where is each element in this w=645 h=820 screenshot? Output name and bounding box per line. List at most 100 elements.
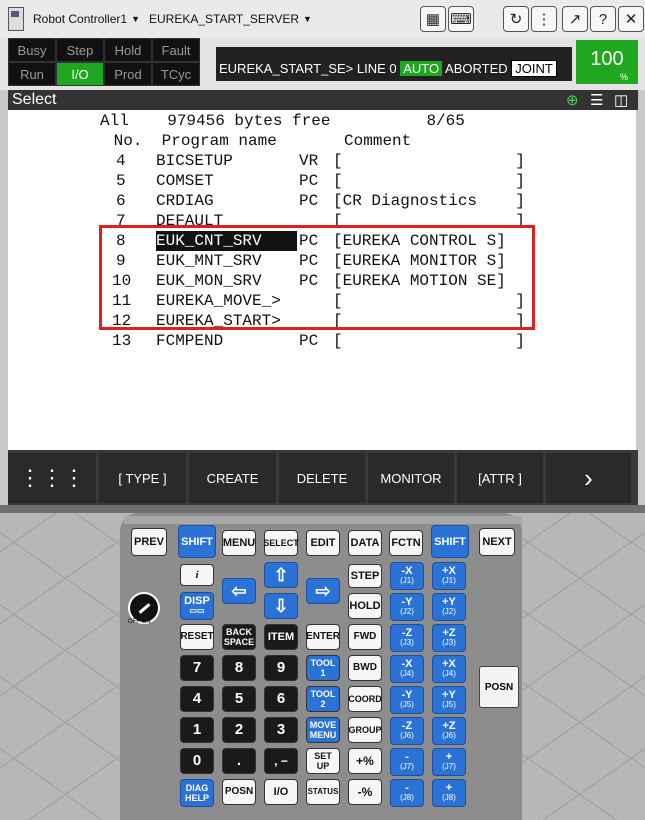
refresh-icon[interactable]: ↻ <box>503 6 529 32</box>
mode-badge: AUTO <box>400 61 443 76</box>
fkey-monitor[interactable]: MONITOR <box>368 453 454 503</box>
jog-plus-z-j3[interactable]: +Z (J3) <box>432 624 466 652</box>
program-name[interactable]: CRDIAG <box>156 191 214 211</box>
split-screen-icon[interactable]: ◫ <box>614 91 628 109</box>
jog-minus-y-j2[interactable]: -Y (J2) <box>390 593 424 621</box>
help-icon[interactable]: ? <box>590 6 616 32</box>
grid-icon[interactable]: ⋮ <box>531 6 557 32</box>
jog-axis: (J1) <box>400 576 414 585</box>
key-3[interactable]: 3 <box>264 717 298 743</box>
fwd-key[interactable]: FWD <box>348 624 382 650</box>
select-key[interactable]: SELECT <box>263 530 299 556</box>
disp-key[interactable]: DISP ▭▭ <box>180 592 214 620</box>
program-dropdown[interactable]: EUREKA_START_SERVER <box>149 12 299 26</box>
tool2-label-1: TOOL <box>310 689 336 699</box>
prev-key[interactable]: PREV <box>131 528 167 556</box>
jog-minus-rz-j6[interactable]: -Z (J6) <box>390 717 424 745</box>
jog-minus-j8[interactable]: - (J8) <box>390 779 424 807</box>
undock-icon[interactable]: ↗ <box>562 6 588 32</box>
close-icon[interactable]: ✕ <box>618 6 644 32</box>
key-2[interactable]: 2 <box>222 717 256 743</box>
step-key[interactable]: STEP <box>348 564 382 588</box>
jog-plus-y-j2[interactable]: +Y (J2) <box>432 593 466 621</box>
status-key[interactable]: STATUS <box>306 779 340 805</box>
jog-axis: (J3) <box>442 638 456 647</box>
key-5[interactable]: 5 <box>222 686 256 712</box>
menu-key[interactable]: MENU <box>222 530 256 556</box>
speed-down-key[interactable]: -% <box>348 779 382 805</box>
jog-plus-ry-j5[interactable]: +Y (J5) <box>432 686 466 714</box>
menu-icon[interactable]: ☰ <box>590 91 603 109</box>
key-7[interactable]: 7 <box>180 655 214 681</box>
data-key[interactable]: DATA <box>348 530 382 556</box>
app-grid-icon[interactable]: ⋮⋮⋮ <box>8 453 96 503</box>
speed-up-key[interactable]: +% <box>348 748 382 774</box>
fkey-create[interactable]: CREATE <box>189 453 276 503</box>
frame-badge: JOINT <box>511 60 557 77</box>
jog-minus-ry-j5[interactable]: -Y (J5) <box>390 686 424 714</box>
next-key[interactable]: NEXT <box>479 528 515 556</box>
fctn-key[interactable]: FCTN <box>389 530 423 556</box>
arrow-down-icon[interactable]: ⇩ <box>264 593 298 619</box>
jog-plus-j8[interactable]: + (J8) <box>432 779 466 807</box>
reset-key[interactable]: RESET <box>180 624 214 650</box>
jog-plus-rz-j6[interactable]: +Z (J6) <box>432 717 466 745</box>
pendant-view-icon[interactable]: ▦ <box>420 6 446 32</box>
shift-key-right[interactable]: SHIFT <box>431 525 469 558</box>
io-key[interactable]: I/O <box>264 779 298 805</box>
program-name[interactable]: DEFAULT <box>156 211 223 225</box>
key-1[interactable]: 1 <box>180 717 214 743</box>
tool2-key[interactable]: TOOL 2 <box>306 686 340 712</box>
program-name[interactable]: BICSETUP <box>156 151 233 171</box>
next-page-arrow-icon[interactable]: › <box>546 453 631 503</box>
controller-dropdown[interactable]: Robot Controller1 <box>33 12 127 26</box>
jog-minus-z-j3[interactable]: -Z (J3) <box>390 624 424 652</box>
edit-key[interactable]: EDIT <box>306 530 340 556</box>
jog-axis: (J7) <box>442 762 456 771</box>
fkey-delete[interactable]: DELETE <box>279 453 365 503</box>
posn-side-button[interactable]: POSN <box>479 666 519 708</box>
diag-help-key[interactable]: DIAG HELP <box>180 779 214 807</box>
row-number: 4 <box>116 152 126 170</box>
jog-minus-rx-j4[interactable]: -X (J4) <box>390 655 424 683</box>
keyboard-icon[interactable]: ⌨ <box>448 6 474 32</box>
arrow-up-icon[interactable]: ⇧ <box>264 562 298 588</box>
jog-minus-x-j1[interactable]: -X (J1) <box>390 562 424 590</box>
jog-plus-x-j1[interactable]: +X (J1) <box>432 562 466 590</box>
key-0[interactable]: 0 <box>180 748 214 774</box>
key-8[interactable]: 8 <box>222 655 256 681</box>
move-menu-key[interactable]: MOVE MENU <box>306 717 340 743</box>
program-name[interactable]: COMSET <box>156 171 214 191</box>
jog-plus-j7[interactable]: + (J7) <box>432 748 466 776</box>
program-name[interactable]: FCMPEND <box>156 331 223 351</box>
key-9[interactable]: 9 <box>264 655 298 681</box>
shift-key-left[interactable]: SHIFT <box>178 525 216 558</box>
key-4[interactable]: 4 <box>180 686 214 712</box>
override-value: 100 <box>590 48 624 70</box>
fkey-attr[interactable]: [ATTR ] <box>457 453 543 503</box>
arrow-left-icon[interactable]: ⇦ <box>222 578 256 604</box>
key-6[interactable]: 6 <box>264 686 298 712</box>
posn-key[interactable]: POSN <box>222 779 256 805</box>
comma-minus-key[interactable]: , − <box>264 748 298 774</box>
item-key[interactable]: ITEM <box>264 624 298 650</box>
info-key-icon[interactable]: i <box>180 564 214 586</box>
disp-label: DISP <box>184 595 210 607</box>
jog-minus-j7[interactable]: - (J7) <box>390 748 424 776</box>
jog-plus-rx-j4[interactable]: +X (J4) <box>432 655 466 683</box>
zoom-in-icon[interactable]: ⊕ <box>566 91 579 109</box>
fkey-type[interactable]: [ TYPE ] <box>99 453 186 503</box>
enter-key[interactable]: ENTER <box>306 624 340 650</box>
jog-label: -Y <box>401 689 413 701</box>
tool1-key[interactable]: TOOL 1 <box>306 655 340 681</box>
bwd-key[interactable]: BWD <box>348 655 382 681</box>
setup-key[interactable]: SET UP <box>306 748 340 774</box>
group-key[interactable]: GROUP <box>348 717 382 743</box>
hold-key[interactable]: HOLD <box>348 593 382 619</box>
backspace-key[interactable]: BACK SPACE <box>222 624 256 650</box>
key-dot[interactable]: . <box>222 748 256 774</box>
chevron-down-icon[interactable]: ▼ <box>131 14 140 24</box>
chevron-down-icon[interactable]: ▼ <box>303 14 312 24</box>
arrow-right-icon[interactable]: ⇨ <box>306 578 340 604</box>
coord-key[interactable]: COORD <box>348 686 382 712</box>
